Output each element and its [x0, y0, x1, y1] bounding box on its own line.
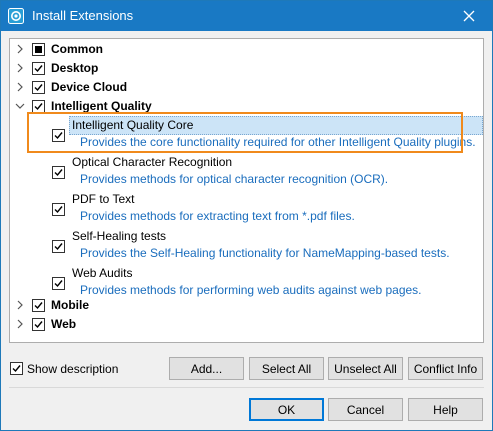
checkbox-intelligent-quality[interactable]: [32, 100, 45, 113]
extension-item-intelligent-quality-core[interactable]: Intelligent Quality Core Provides the co…: [10, 116, 483, 154]
title-bar: Install Extensions: [1, 1, 492, 31]
extension-item-self-healing[interactable]: Self-Healing tests Provides the Self-Hea…: [10, 228, 483, 265]
unselect-all-button[interactable]: Unselect All: [328, 357, 403, 380]
extension-title: Optical Character Recognition: [72, 155, 233, 169]
tree-group-label: Intelligent Quality: [51, 99, 152, 113]
tree-group-web[interactable]: Web: [10, 315, 483, 334]
checkbox-self-healing[interactable]: [52, 240, 65, 253]
extension-item-ocr[interactable]: Optical Character Recognition Provides m…: [10, 154, 483, 191]
checkbox-pdf-to-text[interactable]: [52, 203, 65, 216]
checkbox-intelligent-quality-core[interactable]: [52, 129, 65, 142]
tree-group-mobile[interactable]: Mobile: [10, 296, 483, 315]
window-title: Install Extensions: [32, 8, 134, 23]
tree-group-desktop[interactable]: Desktop: [10, 59, 483, 78]
extension-description: Provides methods for extracting text fro…: [80, 209, 355, 223]
extensions-tree[interactable]: Common Desktop Device Cloud Intelligent …: [9, 38, 484, 343]
extension-title: Self-Healing tests: [72, 229, 167, 243]
show-description-checkbox[interactable]: [10, 362, 23, 376]
tree-group-label: Web: [51, 317, 77, 331]
chevron-right-icon[interactable]: [14, 62, 26, 74]
tree-group-label: Mobile: [51, 298, 89, 312]
checkbox-mobile[interactable]: [32, 299, 45, 312]
extension-description: Provides methods for performing web audi…: [80, 283, 422, 297]
checkbox-common[interactable]: [32, 43, 45, 56]
install-extensions-dialog: Install Extensions Common Desktop Device…: [0, 0, 493, 431]
extension-item-pdf-to-text[interactable]: PDF to Text Provides methods for extract…: [10, 191, 483, 228]
options-bar: Show description Add... Select All Unsel…: [1, 353, 492, 385]
tree-group-common[interactable]: Common: [10, 40, 483, 59]
chevron-down-icon[interactable]: [14, 100, 26, 112]
checkbox-desktop[interactable]: [32, 62, 45, 75]
extension-title: Web Audits: [72, 266, 133, 280]
show-description-toggle[interactable]: Show description: [10, 361, 118, 376]
help-button[interactable]: Help: [408, 398, 483, 421]
conflict-info-button[interactable]: Conflict Info: [408, 357, 483, 380]
divider: [9, 387, 484, 388]
tree-group-intelligent-quality[interactable]: Intelligent Quality: [10, 97, 483, 116]
show-description-label: Show description: [27, 361, 119, 376]
extension-description: Provides methods for optical character r…: [80, 172, 389, 186]
extension-description: Provides the core functionality required…: [80, 135, 476, 149]
chevron-right-icon[interactable]: [14, 43, 26, 55]
tree-group-device-cloud[interactable]: Device Cloud: [10, 78, 483, 97]
extension-description: Provides the Self-Healing functionality …: [80, 246, 450, 260]
tree-group-label: Common: [51, 42, 103, 56]
chevron-right-icon[interactable]: [14, 318, 26, 330]
add-button[interactable]: Add...: [169, 357, 244, 380]
tree-group-label: Desktop: [51, 61, 99, 75]
cancel-button[interactable]: Cancel: [328, 398, 403, 421]
select-all-button[interactable]: Select All: [249, 357, 324, 380]
tree-group-label: Device Cloud: [51, 80, 128, 94]
extension-title: Intelligent Quality Core: [72, 118, 194, 132]
extension-title: PDF to Text: [72, 192, 135, 206]
checkbox-ocr[interactable]: [52, 166, 65, 179]
checkbox-web-audits[interactable]: [52, 277, 65, 290]
chevron-right-icon[interactable]: [14, 299, 26, 311]
checkbox-device-cloud[interactable]: [32, 81, 45, 94]
chevron-right-icon[interactable]: [14, 81, 26, 93]
extensions-app-icon: [8, 8, 24, 24]
checkbox-web[interactable]: [32, 318, 45, 331]
ok-button[interactable]: OK: [249, 398, 324, 421]
close-icon[interactable]: [446, 1, 492, 31]
